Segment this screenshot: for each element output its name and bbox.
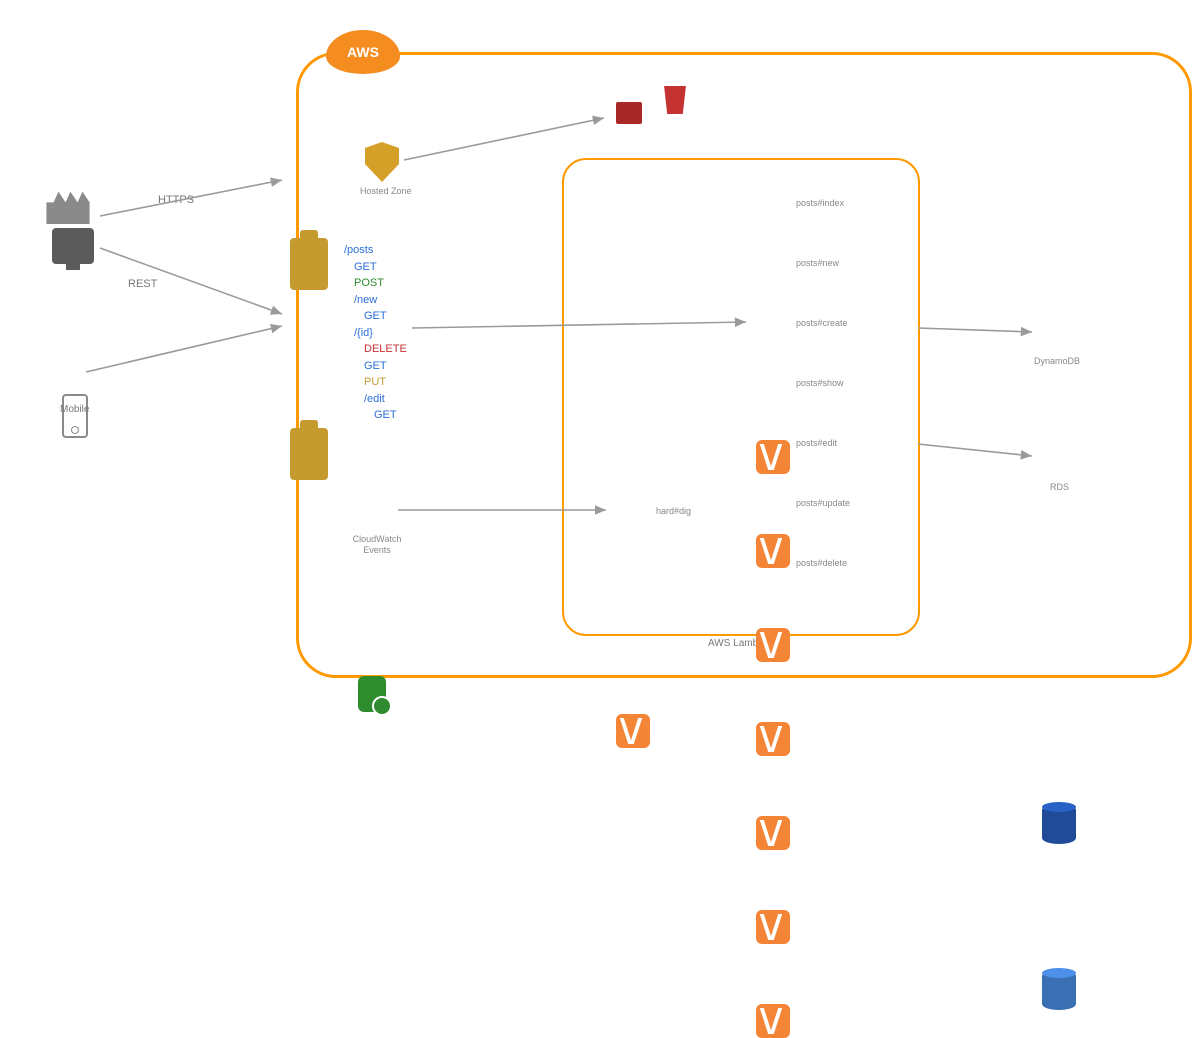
route-path-edit: /edit (344, 391, 407, 408)
lambda-posts-index-icon (756, 440, 790, 474)
route-method-put: PUT (344, 374, 407, 391)
rds-icon (1042, 970, 1076, 1010)
api-gateway-icon (290, 428, 328, 480)
route-path-posts: /posts (344, 242, 407, 259)
routes-block: /posts GET POST /new GET /{id} DELETE GE… (344, 242, 407, 424)
route-path-new: /new (344, 292, 407, 309)
lambda-posts-edit-label: posts#edit (796, 438, 837, 449)
lambda-posts-index-label: posts#index (796, 198, 844, 209)
desktop-icon (52, 228, 94, 264)
rds-label: RDS (1050, 482, 1069, 493)
lambda-posts-create-label: posts#create (796, 318, 848, 329)
cloudfront-icon (616, 102, 642, 124)
hosted-zone-label: Hosted Zone (360, 186, 412, 197)
route-method-get3: GET (344, 358, 407, 375)
lambda-posts-delete-icon (756, 1004, 790, 1038)
dynamodb-label: DynamoDB (1034, 356, 1080, 367)
lambda-posts-new-icon (756, 534, 790, 568)
aws-badge-label: AWS (347, 44, 379, 60)
dynamodb-icon (1042, 804, 1076, 844)
lambda-posts-delete-label: posts#delete (796, 558, 847, 569)
mobile-phone-icon (62, 394, 88, 438)
lambda-posts-update-label: posts#update (796, 498, 850, 509)
lambda-cron-icon (616, 714, 650, 748)
cloudwatch-events-label: CloudWatchEvents (350, 534, 404, 556)
users-icon (44, 188, 92, 224)
route53-icon (290, 238, 328, 290)
lambda-posts-update-icon (756, 910, 790, 944)
lambda-posts-new-label: posts#new (796, 258, 839, 269)
lambda-posts-edit-icon (756, 816, 790, 850)
lambda-posts-create-icon (756, 628, 790, 662)
aws-cloud-icon: AWS (326, 30, 400, 74)
lambda-posts-show-icon (756, 722, 790, 756)
route-method-get4: GET (344, 407, 407, 424)
route-method-get2: GET (344, 308, 407, 325)
lambda-cron-label: hard#dig (656, 506, 691, 517)
architecture-diagram: AWS AWS Lambda Mobile HTTPS REST Hosted … (0, 0, 1200, 687)
rest-label: REST (128, 278, 157, 290)
cloudwatch-events-icon (358, 676, 386, 712)
route-method-post: POST (344, 275, 407, 292)
https-label: HTTPS (158, 194, 194, 206)
route-path-id: /{id} (344, 325, 407, 342)
route-method-delete: DELETE (344, 341, 407, 358)
mobile-label: Mobile (60, 404, 89, 415)
lambda-posts-show-label: posts#show (796, 378, 844, 389)
lambda-group-boundary (562, 158, 920, 636)
route-method-get1: GET (344, 259, 407, 276)
